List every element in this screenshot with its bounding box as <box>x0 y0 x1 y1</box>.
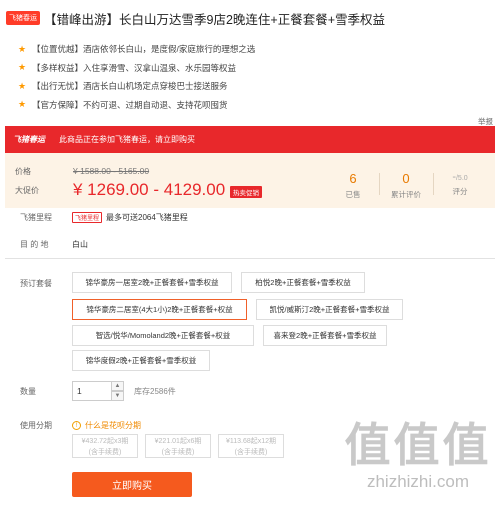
feature-item: ★ 【官方保障】不约可退、过期自动退、支持花呗囤货 <box>18 99 228 110</box>
price-box: 价格 ¥ 1588.00 - 5165.00 大促价 ¥ 1269.00 - 4… <box>5 153 495 208</box>
package-option-selected[interactable]: 锦华豪房二居室(4大1小)2晚+正餐套餐+权益 <box>72 299 247 320</box>
info-icon: ! <box>72 421 81 430</box>
star-icon: ★ <box>18 43 27 54</box>
destination-row: 目 的 地 白山 <box>20 239 88 250</box>
watermark-url: zhizhizhi.com <box>366 472 470 491</box>
installment-option[interactable]: ¥113.68起x12期 (含手续费) <box>218 434 284 458</box>
promo-logo: 飞猪春运 <box>13 135 45 144</box>
package-label-row: 预订套餐 <box>20 278 72 289</box>
mileage-label: 飞猪里程 <box>20 213 52 222</box>
installment-option[interactable]: ¥221.01起x6期 (含手续费) <box>145 434 211 458</box>
original-price: ¥ 1588.00 - 5165.00 <box>73 166 150 176</box>
stock-text: 库存2586件 <box>134 387 176 396</box>
sold-stat: 6 已售 <box>345 171 361 199</box>
buy-now-button[interactable]: 立即购买 <box>72 472 192 497</box>
installment-option[interactable]: ¥432.72起x3期 (含手续费) <box>72 434 138 458</box>
mileage-badge: 飞猪里程 <box>72 212 103 223</box>
mileage-row: 飞猪里程 飞猪里程 最多可送2064飞猪里程 <box>20 212 188 223</box>
product-title: 【错峰出游】长白山万达雪季9店2晚连住+正餐套餐+雪季权益 <box>44 12 386 27</box>
promo-price: ¥ 1269.00 - 4129.00 <box>73 180 226 199</box>
feature-item: ★ 【多样权益】入住享滑雪、汉拿山温泉、水乐园等权益 <box>18 62 237 73</box>
quantity-decrease-button[interactable]: ▼ <box>111 391 124 401</box>
feature-item: ★ 【出行无忧】酒店长白山机场定点穿梭巴士接送服务 <box>18 80 228 92</box>
installment-label: 使用分期 <box>20 421 52 430</box>
package-option[interactable]: 锦华豪房一居室2晚+正餐套餐+雪季权益 <box>72 272 232 293</box>
feature-list: ★ 【位置优越】酒店依邻长白山，是度假/家庭旅行的理想之选 ★ 【多样权益】入住享滑… <box>18 40 255 114</box>
watermark: 值值值 zhizhizhi.com <box>344 418 492 492</box>
score-stat: -/5.0 评分 <box>452 171 468 196</box>
quantity-increase-button[interactable]: ▲ <box>111 381 124 391</box>
installment-label-row: 使用分期 <box>20 420 72 431</box>
package-option[interactable]: 智选/悦华/Momoland2晚+正餐套餐+权益 <box>72 325 254 346</box>
stat-divider <box>379 173 380 195</box>
hot-sale-badge: 热卖促销 <box>230 186 262 198</box>
package-option[interactable]: 凯悦/威斯汀2晚+正餐套餐+雪季权益 <box>256 299 403 320</box>
reviews-stat[interactable]: 0 累计评价 <box>381 171 431 200</box>
watermark-logo: 值值值 <box>344 419 492 471</box>
destination-label: 目 的 地 <box>20 240 49 249</box>
star-icon: ★ <box>18 62 27 73</box>
promo-price-label: 大促价 <box>15 186 39 195</box>
package-option[interactable]: 柏悦2晚+正餐套餐+雪季权益 <box>241 272 365 293</box>
section-divider <box>5 258 495 259</box>
quantity-label: 数量 <box>20 387 36 396</box>
installment-help-link[interactable]: ! 什么是花呗分期 <box>72 420 141 431</box>
destination-value: 白山 <box>72 240 88 249</box>
package-option[interactable]: 喜来登2晚+正餐套餐+雪季权益 <box>263 325 387 346</box>
fliggy-spring-badge: 飞猪春运 <box>6 11 40 25</box>
package-label: 预订套餐 <box>20 279 52 288</box>
star-icon: ★ <box>18 99 27 110</box>
mileage-text: 最多可送2064飞猪里程 <box>106 213 188 222</box>
star-icon: ★ <box>18 80 27 91</box>
quantity-input[interactable]: 1 <box>72 381 112 401</box>
feature-item: ★ 【位置优越】酒店依邻长白山，是度假/家庭旅行的理想之选 <box>18 43 256 55</box>
promo-bar: 飞猪春运 此商品正在参加飞猪春运，请立即购买 <box>5 126 495 153</box>
promo-text: 此商品正在参加飞猪春运，请立即购买 <box>59 135 195 144</box>
title-row: 飞猪春运 【错峰出游】长白山万达雪季9店2晚连住+正餐套餐+雪季权益 <box>6 8 494 28</box>
stat-divider <box>433 173 434 195</box>
price-label: 价格 <box>15 167 31 176</box>
quantity-label-row: 数量 <box>20 386 72 397</box>
package-option[interactable]: 锦华度假2晚+正餐套餐+雪季权益 <box>72 350 210 371</box>
